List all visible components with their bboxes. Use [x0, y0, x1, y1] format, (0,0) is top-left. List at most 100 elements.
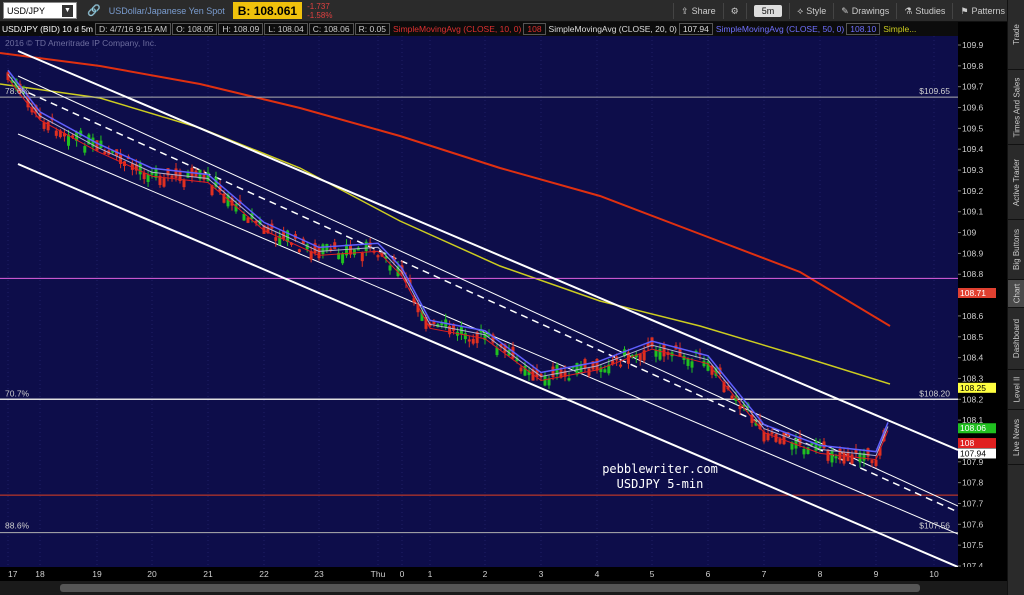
- y-tick-label: 108.6: [962, 311, 984, 321]
- tab-level-ii[interactable]: Level II: [1008, 370, 1024, 410]
- candle-body: [321, 244, 325, 255]
- tab-big-buttons[interactable]: Big Buttons: [1008, 220, 1024, 280]
- sma10-value: 108: [523, 23, 546, 35]
- tab-chart[interactable]: Chart: [1008, 280, 1024, 308]
- candle-body: [182, 179, 186, 188]
- candle-body: [658, 348, 662, 360]
- chart-scrollbar[interactable]: [0, 581, 1007, 595]
- candle-body: [471, 338, 475, 344]
- y-tick-label: 108.2: [962, 394, 984, 404]
- timeframe-button[interactable]: 5m: [745, 3, 790, 19]
- candle-body: [874, 459, 878, 466]
- style-button[interactable]: ⟡ Style: [789, 3, 833, 19]
- range-value: R: 0.05: [354, 23, 391, 35]
- sma50-label[interactable]: SimpleMovingAvg (CLOSE, 50, 0): [714, 24, 846, 34]
- date-value: D: 4/7/16 9:15 AM: [95, 23, 172, 35]
- symbol-selector[interactable]: USD/JPY ▼: [3, 2, 77, 19]
- candle-body: [83, 146, 87, 153]
- x-tick-label: 8: [818, 569, 823, 579]
- y-tick-label: 107.5: [962, 540, 984, 550]
- candle-body: [619, 364, 623, 367]
- x-tick-label: 9: [874, 569, 879, 579]
- x-tick-label: 5: [650, 569, 655, 579]
- candle-body: [519, 367, 523, 372]
- study-header: USD/JPY (BID) 10 d 5m D: 4/7/16 9:15 AM …: [0, 22, 958, 36]
- chevron-down-icon[interactable]: ▼: [62, 4, 73, 17]
- scroll-thumb[interactable]: [60, 584, 920, 592]
- drawings-button[interactable]: ✎ Drawings: [833, 3, 896, 19]
- studies-label: Studies: [915, 6, 946, 16]
- y-tick-label: 107.8: [962, 478, 984, 488]
- candle-body: [341, 253, 345, 264]
- price-tag-white: 107.94: [960, 448, 986, 458]
- fib-886-label: 88.6%: [5, 521, 30, 531]
- sma50-value: 108.10: [846, 23, 881, 35]
- candle-body: [706, 361, 710, 371]
- candle-body: [448, 325, 452, 335]
- candle-body: [822, 441, 826, 449]
- y-tick-label: 108.4: [962, 353, 984, 363]
- style-label: Style: [806, 6, 827, 16]
- tab-live-news[interactable]: Live News: [1008, 410, 1024, 465]
- candle-body: [352, 249, 356, 255]
- tab-dashboard[interactable]: Dashboard: [1008, 308, 1024, 370]
- tab-active-trader[interactable]: Active Trader: [1008, 145, 1024, 220]
- gear-icon: ⚙: [730, 5, 739, 16]
- pct-change: -1.58%: [307, 10, 333, 20]
- share-button[interactable]: ⇪ Share: [673, 3, 723, 19]
- y-tick-label: 107.7: [962, 498, 984, 508]
- candle-body: [603, 369, 607, 373]
- candle-body: [730, 395, 734, 400]
- candle-body: [376, 255, 380, 258]
- sma10-label[interactable]: SimpleMovingAvg (CLOSE, 10, 0): [391, 24, 523, 34]
- price-tag-yellow: 108.25: [960, 383, 986, 393]
- candle-body: [834, 456, 838, 459]
- instrument-label: USD/JPY (BID) 10 d 5m: [2, 24, 94, 34]
- candle-body: [826, 449, 830, 461]
- sma20-value: 107.94: [678, 23, 713, 35]
- x-tick-label: 1: [428, 569, 433, 579]
- candle-body: [463, 333, 467, 340]
- candle-body: [388, 265, 392, 271]
- sma-more-label[interactable]: Simple...: [881, 24, 918, 34]
- candle-body: [146, 174, 150, 182]
- price-chart[interactable]: 2016 © TD Ameritrade IP Company, Inc. 78.…: [0, 36, 958, 567]
- candle-body: [551, 366, 555, 377]
- link-icon[interactable]: 🔗: [87, 4, 101, 17]
- candle-body: [842, 452, 846, 464]
- x-tick-label: 2: [483, 569, 488, 579]
- candle-body: [360, 252, 364, 262]
- studies-button[interactable]: ⚗ Studies: [896, 3, 952, 19]
- drawings-label: Drawings: [851, 6, 890, 16]
- x-tick-label: 17: [8, 569, 18, 579]
- share-label: Share: [691, 6, 716, 16]
- y-tick-label: 109.3: [962, 165, 984, 175]
- open-value: O: 108.05: [172, 23, 218, 35]
- low-value: L: 108.04: [264, 23, 308, 35]
- settings-button[interactable]: ⚙: [722, 3, 746, 19]
- candle-body: [770, 432, 774, 435]
- y-tick-label: 107.6: [962, 519, 984, 529]
- price-tag-magenta: 108.71: [960, 288, 986, 298]
- y-tick-label: 109.1: [962, 207, 984, 217]
- patterns-button[interactable]: ⚑ Patterns: [952, 3, 1012, 19]
- price-axis[interactable]: 109.9 109.8 109.7 109.6 109.5 109.4 109.3 109.2…: [958, 22, 1007, 567]
- y-tick-label: 109.2: [962, 186, 984, 196]
- candle-body: [854, 449, 858, 454]
- x-tick-label: 22: [259, 569, 269, 579]
- x-tick-label: 7: [762, 569, 767, 579]
- candle-body: [467, 339, 471, 342]
- tab-trade[interactable]: Trade: [1008, 0, 1024, 70]
- x-tick-label: 6: [706, 569, 711, 579]
- drawings-icon: ✎: [841, 5, 849, 16]
- x-tick-label: 23: [314, 569, 324, 579]
- time-axis[interactable]: 17 18 19 20 21 22 23 Thu 0 1 2 3 4 5 6 7 8 9 10: [0, 567, 1007, 581]
- level-10820-label: $108.20: [919, 388, 950, 398]
- candle-body: [103, 151, 107, 154]
- fib-707-label: 70.7%: [5, 388, 30, 398]
- tab-times-and-sales[interactable]: Times And Sales: [1008, 70, 1024, 145]
- high-value: H: 108.09: [218, 23, 264, 35]
- x-tick-label: Thu: [371, 569, 386, 579]
- candle-body: [662, 344, 666, 357]
- sma20-label[interactable]: SimpleMovingAvg (CLOSE, 20, 0): [547, 24, 679, 34]
